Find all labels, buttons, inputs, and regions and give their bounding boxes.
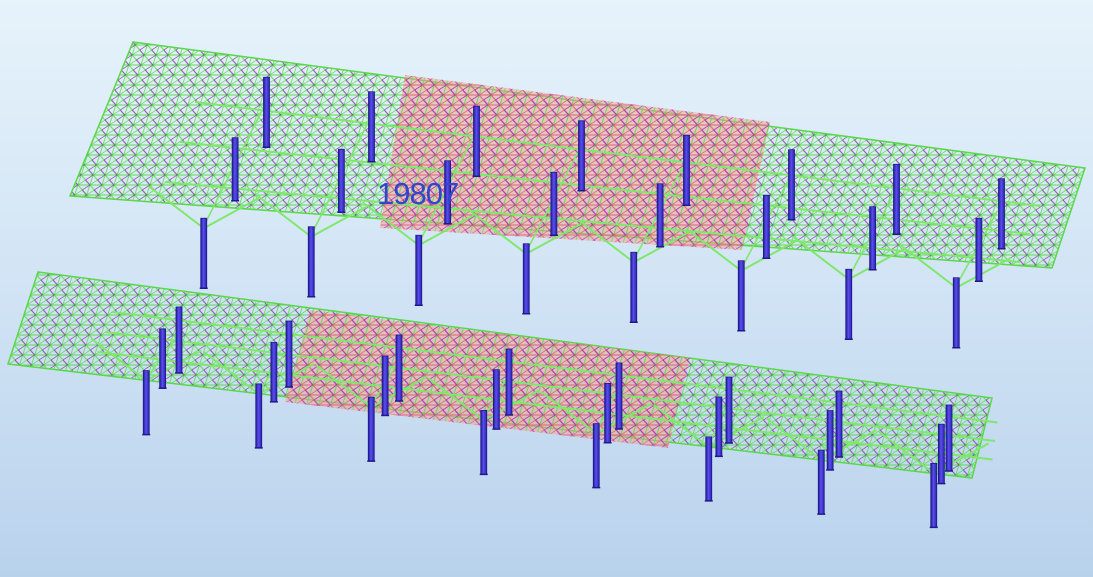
upper-rear-column	[683, 134, 690, 206]
upper-front-column	[307, 226, 315, 298]
upper-mid-column	[550, 171, 558, 236]
upper-rear-column	[788, 149, 795, 221]
lower-mid-column	[937, 423, 945, 484]
upper-front-column	[630, 251, 638, 323]
lower-mid-column	[492, 369, 500, 430]
lower-rear-column	[395, 334, 403, 402]
lower-mid-column	[604, 382, 612, 444]
upper-mid-column	[869, 206, 877, 271]
upper-rear-column	[473, 105, 480, 177]
lower-mid-column	[270, 342, 278, 403]
lower-front-column	[592, 423, 600, 489]
upper-front-column	[952, 277, 960, 349]
upper-front-column	[737, 260, 745, 332]
structural-model-view[interactable]	[0, 0, 1093, 577]
lower-rear-column	[505, 348, 513, 416]
lower-rear-column	[285, 320, 293, 388]
upper-mid-column	[762, 194, 770, 259]
lower-front-column	[705, 436, 713, 502]
upper-mid-column	[975, 217, 983, 282]
lower-mid-column	[159, 328, 167, 389]
upper-front-column	[845, 268, 853, 340]
upper-mid-column	[231, 137, 239, 202]
lower-front-column	[480, 409, 488, 475]
lower-mid-column	[826, 410, 834, 471]
upper-rear-column	[368, 91, 375, 163]
lower-front-column	[367, 396, 375, 462]
lower-rear-column	[615, 362, 623, 430]
upper-mid-column	[337, 148, 345, 213]
upper-front-column	[522, 243, 530, 315]
node-number-label: 19807	[377, 176, 459, 211]
upper-rear-column	[263, 76, 270, 148]
upper-front-column	[415, 234, 423, 306]
lower-front-column	[930, 462, 938, 528]
lower-mid-column	[715, 396, 723, 457]
lower-front-column	[142, 370, 150, 436]
lower-mid-column	[381, 355, 389, 416]
upper-rear-column	[998, 178, 1005, 250]
upper-stress-zone	[380, 75, 770, 250]
model-viewport[interactable]: 19807	[0, 0, 1093, 577]
upper-mid-column	[656, 183, 664, 248]
lower-rear-column	[175, 306, 183, 374]
lower-rear-column	[835, 390, 843, 458]
upper-rear-column	[893, 163, 900, 235]
lower-front-column	[255, 383, 263, 449]
lower-rear-column	[945, 404, 953, 472]
lower-front-column	[817, 449, 825, 515]
upper-rear-column	[578, 120, 585, 192]
lower-rear-column	[725, 376, 733, 444]
upper-front-column	[200, 217, 208, 289]
